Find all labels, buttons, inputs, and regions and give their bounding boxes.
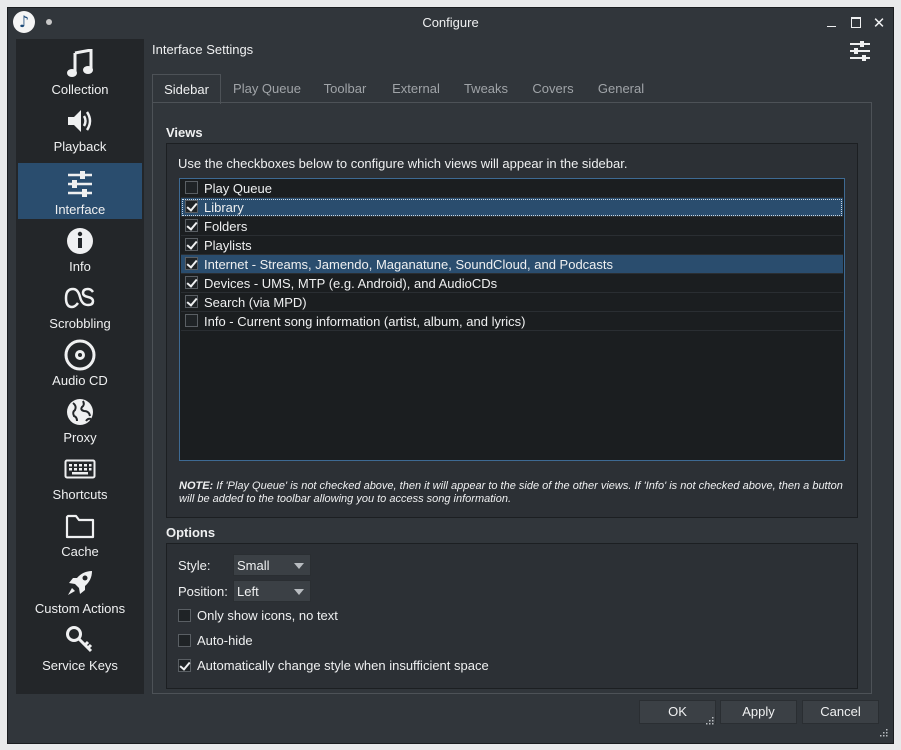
chevron-down-icon [294, 563, 304, 569]
checkbox[interactable] [178, 634, 191, 647]
sidebar-item-scrobbling[interactable]: Scrobbling [18, 277, 142, 333]
options-group: Style: Small Position: Left Only show ic… [166, 543, 858, 689]
sidebar-item-playback[interactable]: Playback [18, 100, 142, 156]
page-title: Interface Settings [152, 42, 254, 57]
views-group: Use the checkboxes below to configure wh… [166, 143, 858, 518]
list-item[interactable]: Play Queue [181, 179, 843, 198]
list-item[interactable]: Folders [181, 217, 843, 236]
info-icon [18, 226, 142, 256]
category-sidebar: Collection Playback Interface Info Scrob… [16, 39, 144, 694]
ok-button[interactable]: OK [639, 700, 716, 724]
style-label: Style: [178, 558, 211, 573]
sidebar-item-label: Interface [54, 202, 106, 217]
sidebar-item-label: Custom Actions [34, 601, 126, 616]
rocket-icon [18, 568, 142, 598]
minimize-button[interactable] [823, 14, 841, 32]
sidebar-item-proxy[interactable]: Proxy [18, 391, 142, 447]
sidebar-item-cache[interactable]: Cache [18, 505, 142, 561]
list-item[interactable]: Library [181, 198, 843, 217]
list-item[interactable]: Playlists [181, 236, 843, 255]
title-bar[interactable]: ♪ Configure ✕ [8, 8, 893, 38]
sidebar-item-info[interactable]: Info [18, 220, 142, 276]
sidebar-item-interface[interactable]: Interface [18, 163, 142, 219]
views-note: NOTE: If 'Play Queue' is not checked abo… [179, 480, 843, 505]
sidebar-item-shortcuts[interactable]: Shortcuts [18, 448, 142, 504]
close-button[interactable]: ✕ [870, 14, 888, 32]
sidebar-item-label: Proxy [63, 430, 97, 445]
sidebar-item-label: Service Keys [42, 658, 118, 673]
list-item[interactable]: Internet - Streams, Jamendo, Maganatune,… [181, 255, 843, 274]
list-item[interactable]: Search (via MPD) [181, 293, 843, 312]
sidebar-item-collection[interactable]: Collection [18, 43, 142, 99]
sidebar-item-service-keys[interactable]: Service Keys [18, 619, 142, 675]
window-resize-grip-icon[interactable] [880, 729, 888, 737]
position-combo[interactable]: Left [233, 580, 311, 602]
sidebar-item-label: Playback [53, 139, 107, 154]
music-note-icon [18, 49, 142, 79]
sidebar-item-label: Shortcuts [52, 487, 108, 502]
tab-general[interactable]: General [593, 74, 649, 103]
sidebar-item-custom-actions[interactable]: Custom Actions [18, 562, 142, 618]
speaker-icon [18, 106, 142, 136]
checkbox[interactable] [178, 659, 191, 672]
tab-play-queue[interactable]: Play Queue [225, 74, 309, 103]
tab-tweaks[interactable]: Tweaks [460, 74, 512, 103]
tab-toolbar[interactable]: Toolbar [319, 74, 371, 103]
checkbox[interactable] [185, 238, 198, 251]
apply-button[interactable]: Apply [720, 700, 797, 724]
checkbox[interactable] [178, 609, 191, 622]
sidebar-item-label: Audio CD [52, 373, 108, 388]
chevron-down-icon [294, 589, 304, 595]
list-item[interactable]: Devices - UMS, MTP (e.g. Android), and A… [181, 274, 843, 293]
globe-icon [18, 397, 142, 427]
checkbox[interactable] [185, 219, 198, 232]
sidebar-item-label: Collection [51, 82, 109, 97]
disc-icon [18, 339, 142, 371]
checkbox[interactable] [185, 314, 198, 327]
folder-icon [18, 511, 142, 541]
checkbox[interactable] [185, 181, 198, 194]
tab-covers[interactable]: Covers [529, 74, 577, 103]
position-label: Position: [178, 584, 228, 599]
sidebar-item-audio-cd[interactable]: Audio CD [18, 334, 142, 390]
tab-external[interactable]: External [388, 74, 444, 103]
views-hint: Use the checkboxes below to configure wh… [178, 156, 628, 171]
maximize-button[interactable] [847, 14, 865, 32]
sidebar-item-label: Info [69, 259, 91, 274]
style-combo[interactable]: Small [233, 554, 311, 576]
views-group-title: Views [166, 125, 203, 140]
keyboard-icon [18, 454, 142, 484]
list-item[interactable]: Info - Current song information (artist,… [181, 312, 843, 331]
cancel-button[interactable]: Cancel [802, 700, 879, 724]
checkbox[interactable] [185, 295, 198, 308]
views-list[interactable]: Play Queue Library Folders Playlists Int… [179, 178, 845, 461]
sidebar-item-label: Cache [61, 544, 99, 559]
sidebar-tab-panel: Views Use the checkboxes below to config… [152, 102, 872, 694]
window-title: Configure [422, 15, 479, 30]
checkbox[interactable] [185, 200, 198, 213]
key-icon [18, 625, 142, 655]
sliders-icon [18, 169, 142, 199]
sidebar-item-label: Scrobbling [49, 316, 111, 331]
sliders-icon [850, 41, 870, 61]
tab-sidebar[interactable]: Sidebar [152, 74, 221, 104]
resize-grip-icon [706, 717, 714, 725]
settings-menu-button[interactable] [848, 40, 872, 62]
checkbox[interactable] [185, 257, 198, 270]
lastfm-icon [18, 283, 142, 313]
checkbox[interactable] [185, 276, 198, 289]
options-group-title: Options [166, 525, 216, 540]
